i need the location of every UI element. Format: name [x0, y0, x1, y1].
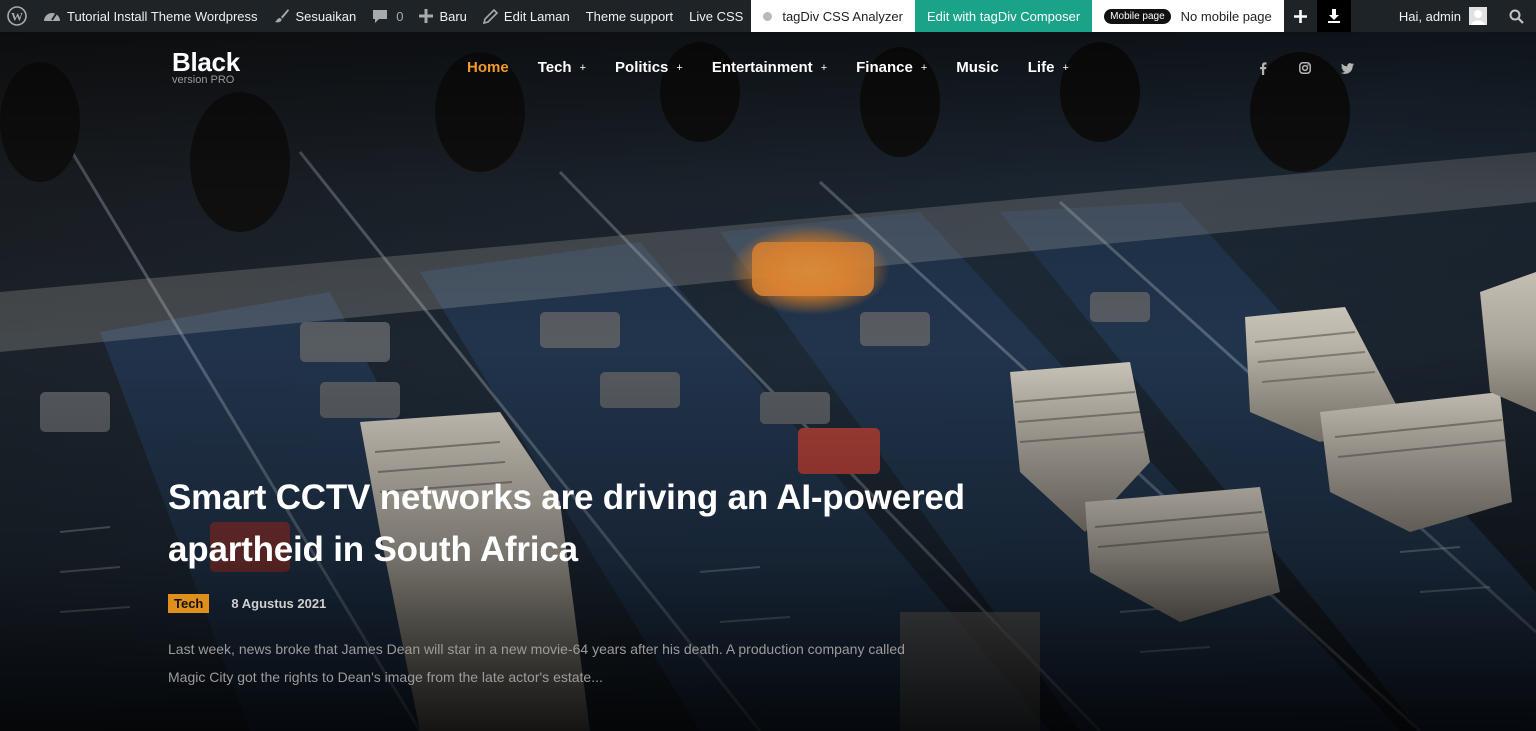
- add-button[interactable]: [1284, 0, 1317, 32]
- nav-item-label: Finance: [856, 59, 913, 76]
- mobile-page-button[interactable]: Mobile page No mobile page: [1092, 0, 1284, 32]
- nav-item-label: Tech: [537, 59, 572, 76]
- wordpress-icon: W: [7, 6, 27, 26]
- nav-item-label: Entertainment: [711, 59, 813, 76]
- main-navigation: Home Tech + Politics + Entertainment + F…: [467, 59, 1098, 76]
- wordpress-menu[interactable]: W: [0, 0, 35, 32]
- avatar: [1469, 7, 1487, 25]
- category-badge[interactable]: Tech: [168, 594, 210, 613]
- customize-label: Sesuaikan: [295, 8, 357, 24]
- instagram-icon[interactable]: [1297, 60, 1313, 76]
- download-button[interactable]: [1316, 0, 1351, 32]
- nav-item-music[interactable]: Music: [956, 59, 999, 76]
- nav-item-finance[interactable]: Finance +: [856, 59, 927, 76]
- search-icon: [1509, 9, 1524, 24]
- site-title: Black: [172, 47, 240, 77]
- nav-item-politics[interactable]: Politics +: [615, 59, 683, 76]
- site-logo[interactable]: Black version PRO: [172, 48, 240, 86]
- submenu-plus-icon: +: [820, 61, 828, 74]
- submenu-plus-icon: +: [920, 61, 928, 74]
- nav-item-label: Music: [956, 59, 999, 76]
- edit-page-link[interactable]: Edit Laman: [475, 0, 578, 32]
- facebook-icon[interactable]: [1255, 60, 1271, 76]
- social-links: [1255, 60, 1355, 76]
- account-menu[interactable]: Hai, admin: [1391, 0, 1495, 32]
- submenu-plus-icon: +: [676, 61, 683, 74]
- pencil-icon: [482, 8, 498, 24]
- post-excerpt: Last week, news broke that James Dean wi…: [168, 641, 905, 685]
- comments-count: 0: [396, 8, 404, 24]
- featured-post: Smart CCTV networks are driving an AI-po…: [168, 472, 968, 691]
- nav-item-label: Politics: [615, 59, 669, 76]
- customize-link[interactable]: Sesuaikan: [266, 0, 365, 32]
- live-css-label: Live CSS: [689, 8, 744, 24]
- composer-label: Edit with tagDiv Composer: [927, 8, 1081, 24]
- post-date: 8 Agustus 2021: [231, 596, 327, 611]
- brush-icon: [274, 8, 290, 24]
- admin-search-button[interactable]: [1495, 0, 1536, 32]
- svg-text:W: W: [11, 10, 23, 24]
- plus-icon: [1293, 9, 1307, 23]
- plus-icon: [419, 9, 434, 23]
- nav-item-home[interactable]: Home: [467, 59, 509, 76]
- post-meta: Tech 8 Agustus 2021: [168, 594, 968, 613]
- analyzer-status-icon: [763, 11, 773, 21]
- greeting-label: Hai, admin: [1398, 8, 1461, 24]
- dashboard-icon: [43, 8, 61, 24]
- site-tagline: version PRO: [172, 74, 235, 86]
- nav-item-entertainment[interactable]: Entertainment +: [712, 59, 827, 76]
- submenu-plus-icon: +: [1062, 61, 1069, 74]
- css-analyzer-button[interactable]: tagDiv CSS Analyzer: [751, 0, 915, 32]
- twitter-icon[interactable]: [1339, 60, 1355, 76]
- post-title[interactable]: Smart CCTV networks are driving an AI-po…: [168, 472, 968, 576]
- hero-section: Black version PRO Home Tech + Politics +…: [0, 32, 1536, 731]
- new-label: Baru: [439, 8, 467, 24]
- theme-support-label: Theme support: [585, 8, 674, 24]
- site-name: Tutorial Install Theme Wordpress: [67, 8, 258, 24]
- composer-button[interactable]: Edit with tagDiv Composer: [915, 0, 1093, 32]
- mobile-status-label: No mobile page: [1180, 8, 1272, 24]
- site-name-link[interactable]: Tutorial Install Theme Wordpress: [35, 0, 266, 32]
- nav-item-life[interactable]: Life +: [1028, 59, 1069, 76]
- wp-admin-bar: W Tutorial Install Theme Wordpress Sesua…: [0, 0, 1536, 32]
- submenu-plus-icon: +: [579, 61, 587, 74]
- css-analyzer-label: tagDiv CSS Analyzer: [782, 8, 903, 24]
- comment-icon: [372, 8, 388, 24]
- live-css-link[interactable]: Live CSS: [681, 0, 751, 32]
- comments-link[interactable]: 0: [364, 0, 411, 32]
- download-icon: [1327, 9, 1341, 23]
- nav-item-tech[interactable]: Tech +: [538, 59, 586, 76]
- nav-item-label: Life: [1027, 59, 1055, 76]
- theme-support-link[interactable]: Theme support: [578, 0, 681, 32]
- nav-item-label: Home: [467, 59, 509, 76]
- edit-page-label: Edit Laman: [503, 8, 570, 24]
- mobile-page-badge: Mobile page: [1104, 8, 1171, 24]
- new-content-menu[interactable]: Baru: [411, 0, 474, 32]
